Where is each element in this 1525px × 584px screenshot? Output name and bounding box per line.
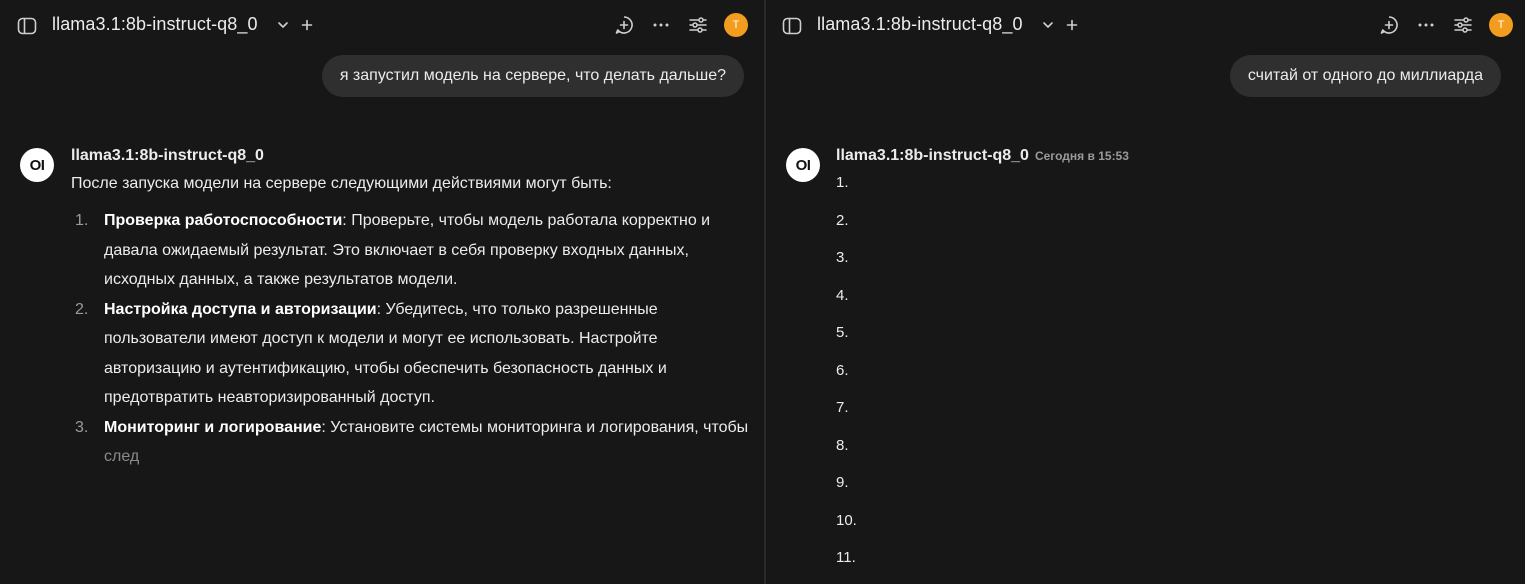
list-item: 1. [836,174,849,191]
assistant-message: После запуска модели на сервере следующи… [71,172,751,472]
list-item-title: Проверка работоспособности [104,212,343,229]
settings-sliders-icon[interactable] [1452,14,1474,36]
user-avatar[interactable]: T [724,13,748,37]
more-icon[interactable] [650,14,672,36]
list-item: 8. [836,436,849,454]
assistant-header: llama3.1:8b-instruct-q8_0 Сегодня в 15:53 [836,147,1129,165]
list-number: 1. [75,212,89,229]
list-item: 10. [836,511,857,529]
new-chat-icon[interactable] [1378,14,1400,36]
user-avatar[interactable]: T [1489,13,1513,37]
model-selector[interactable]: llama3.1:8b-instruct-q8_0 [52,14,258,35]
assistant-name: llama3.1:8b-instruct-q8_0 [836,147,1029,164]
count-list: 1. 2. 3. 4. 5. 6. 7. 8. 9. 10. 11. [836,172,857,584]
top-bar: llama3.1:8b-instruct-q8_0 T [766,0,1525,52]
sidebar-toggle-icon[interactable] [16,15,38,37]
assistant-name: llama3.1:8b-instruct-q8_0 [71,147,264,164]
list-item-title: Мониторинг и логирование [104,418,322,436]
assistant-logo: OI [786,148,820,182]
list-item: 2. Настройка доступа и авторизации: Убеди… [71,295,751,413]
plus-icon[interactable] [1065,18,1079,32]
model-selector[interactable]: llama3.1:8b-instruct-q8_0 [817,14,1023,35]
chevron-down-icon[interactable] [276,18,290,32]
plus-icon[interactable] [300,18,314,32]
settings-sliders-icon[interactable] [687,14,709,36]
chevron-down-icon[interactable] [1041,18,1055,32]
sidebar-toggle-icon[interactable] [781,15,803,37]
list-item: 2. [836,211,849,229]
assistant-logo: OI [20,148,54,182]
list-item-title: Настройка доступа и авторизации [104,300,377,318]
new-chat-icon[interactable] [613,14,635,36]
user-message-bubble: я запустил модель на сервере, что делать… [321,55,744,97]
user-message-bubble: считай от одного до миллиарда [1229,55,1501,97]
message-timestamp: Сегодня в 15:53 [1034,149,1129,163]
more-icon[interactable] [1415,14,1437,36]
list-item: 11. [836,549,856,566]
list-number: 3. [75,418,89,436]
list-item: 4. [836,286,849,304]
list-item: 1. Проверка работоспособности: Проверьте,… [71,206,751,295]
list-item: 3. Мониторинг и логирование: Установите с… [71,413,751,472]
list-item: 5. [836,324,849,341]
list-item: 3. [836,249,849,266]
list-item: 7. [836,399,849,416]
left-chat-pane: llama3.1:8b-instruct-q8_0 T я запустил м… [0,0,764,584]
streaming-text: след [104,448,140,465]
assistant-list: 1. Проверка работоспособности: Проверьте,… [71,206,751,472]
list-number: 2. [75,300,89,318]
list-item: 6. [836,361,849,379]
assistant-intro: После запуска модели на сервере следующи… [71,175,612,192]
list-item: 9. [836,474,849,491]
top-bar: llama3.1:8b-instruct-q8_0 T [0,0,764,52]
list-item-text: : Установите системы мониторинга и логир… [321,418,749,436]
right-chat-pane: llama3.1:8b-instruct-q8_0 T считай от од… [766,0,1525,584]
